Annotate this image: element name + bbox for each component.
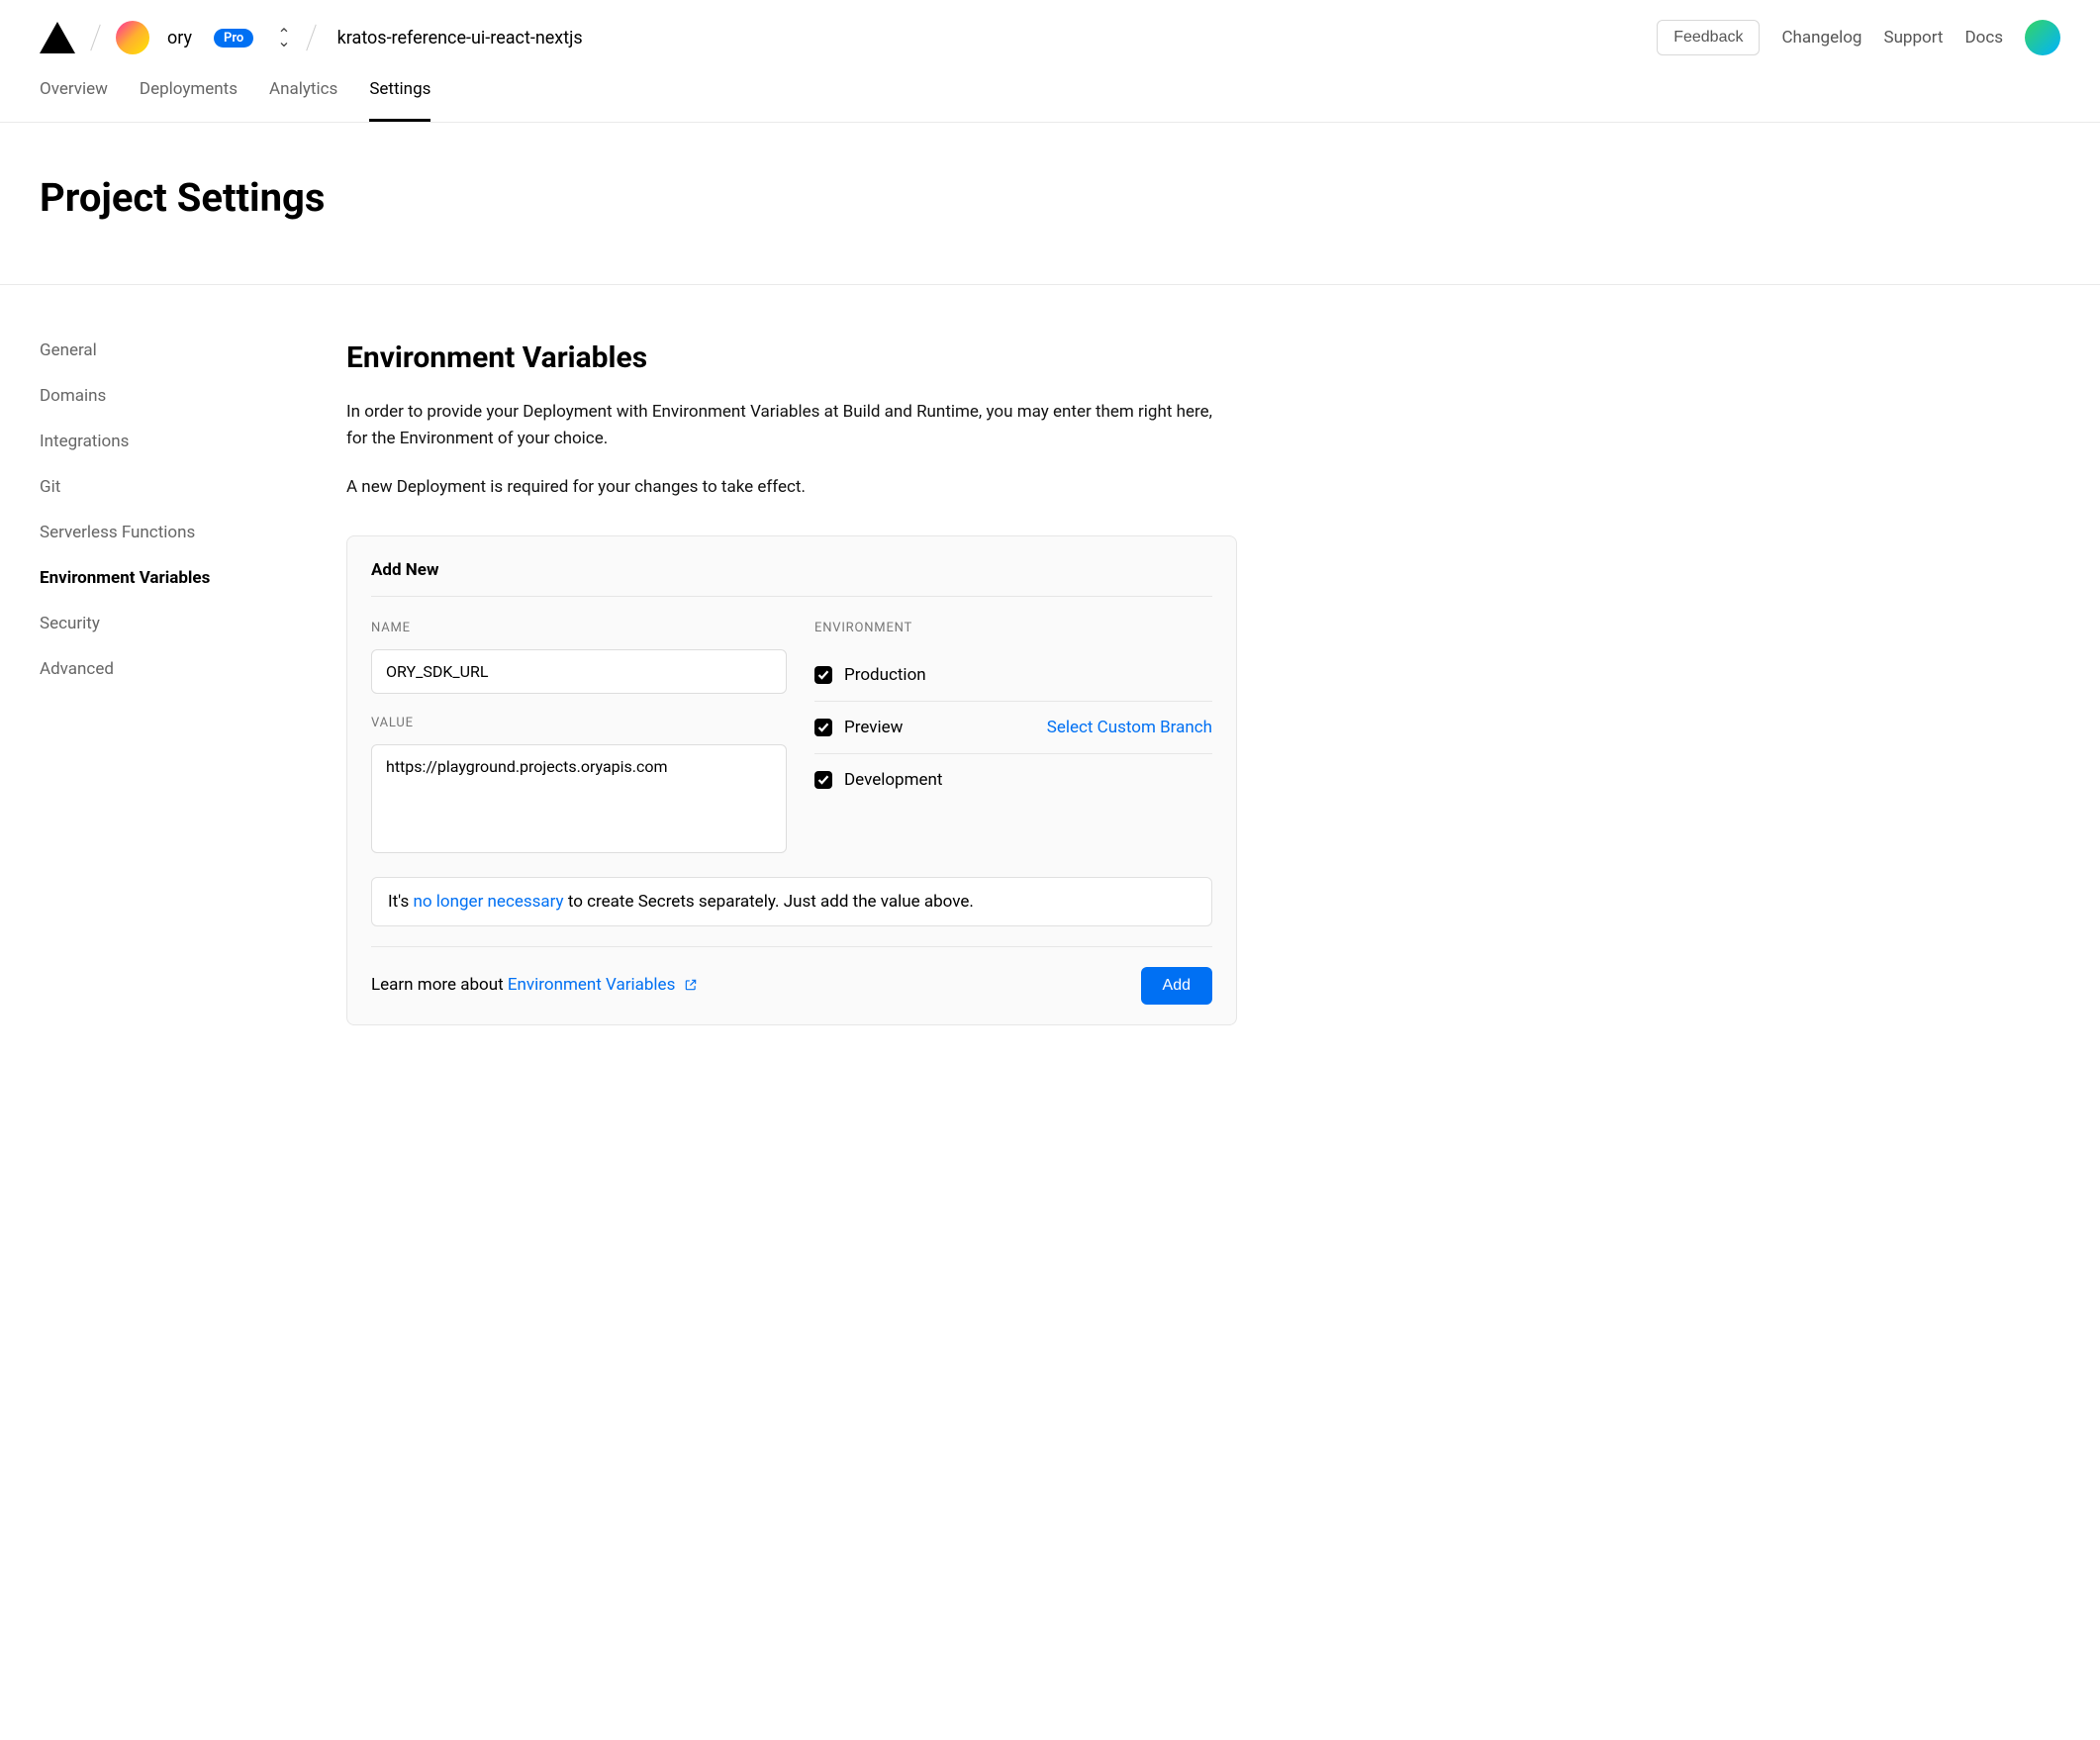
content: Environment Variables In order to provid… xyxy=(346,340,1237,1025)
secrets-hint: It's no longer necessary to create Secre… xyxy=(371,877,1212,926)
main: General Domains Integrations Git Serverl… xyxy=(0,285,2100,1065)
env-label-preview: Preview xyxy=(844,718,903,737)
add-env-card: Add New NAME VALUE ENVIRONMENT xyxy=(346,535,1237,1025)
learn-more: Learn more about Environment Variables xyxy=(371,975,698,997)
card-title: Add New xyxy=(371,560,1212,580)
env-row-development: Development xyxy=(814,754,1212,806)
top-link-support[interactable]: Support xyxy=(1883,28,1943,48)
select-custom-branch-link[interactable]: Select Custom Branch xyxy=(1047,718,1212,737)
environment-label: ENVIRONMENT xyxy=(814,621,1212,635)
add-button[interactable]: Add xyxy=(1141,967,1212,1005)
env-label-development: Development xyxy=(844,770,942,790)
hint-link[interactable]: no longer necessary xyxy=(413,892,563,912)
environment-list: Production Preview Select Custom Branch xyxy=(814,649,1212,806)
env-label-production: Production xyxy=(844,665,926,685)
tab-overview[interactable]: Overview xyxy=(40,79,108,122)
divider-slash xyxy=(90,25,101,51)
tab-deployments[interactable]: Deployments xyxy=(140,79,238,122)
scope-switcher-icon[interactable]: ⌃⌄ xyxy=(277,33,290,44)
page-title: Project Settings xyxy=(40,174,2060,221)
feedback-button[interactable]: Feedback xyxy=(1657,20,1760,55)
topbar: ory Pro ⌃⌄ kratos-reference-ui-react-nex… xyxy=(0,0,2100,55)
sidebar-item-env-vars[interactable]: Environment Variables xyxy=(40,568,287,588)
project-name[interactable]: kratos-reference-ui-react-nextjs xyxy=(337,28,583,48)
section-description-2: A new Deployment is required for your ch… xyxy=(346,474,1237,501)
name-label: NAME xyxy=(371,621,787,635)
sidebar-item-security[interactable]: Security xyxy=(40,614,287,633)
hint-post: to create Secrets separately. Just add t… xyxy=(564,892,974,912)
topbar-right: Feedback Changelog Support Docs xyxy=(1657,20,2060,55)
vercel-logo-icon[interactable] xyxy=(40,22,75,53)
plan-badge: Pro xyxy=(214,29,253,48)
sidebar-item-advanced[interactable]: Advanced xyxy=(40,659,287,679)
sidebar-item-integrations[interactable]: Integrations xyxy=(40,432,287,451)
learn-link[interactable]: Environment Variables xyxy=(508,975,676,995)
sidebar-item-domains[interactable]: Domains xyxy=(40,386,287,406)
value-label: VALUE xyxy=(371,716,787,730)
user-avatar[interactable] xyxy=(2025,20,2060,55)
sidebar-item-git[interactable]: Git xyxy=(40,477,287,497)
section-heading: Environment Variables xyxy=(346,340,1237,375)
hint-pre: It's xyxy=(388,892,413,912)
section-description-1: In order to provide your Deployment with… xyxy=(346,399,1237,452)
top-link-docs[interactable]: Docs xyxy=(1964,28,2003,48)
settings-sidebar: General Domains Integrations Git Serverl… xyxy=(40,340,287,1025)
tab-settings[interactable]: Settings xyxy=(369,79,430,122)
checkbox-development[interactable] xyxy=(814,771,832,789)
name-input[interactable] xyxy=(371,649,787,694)
checkbox-production[interactable] xyxy=(814,666,832,684)
checkbox-preview[interactable] xyxy=(814,719,832,736)
sidebar-item-general[interactable]: General xyxy=(40,340,287,360)
nav-tabs: Overview Deployments Analytics Settings xyxy=(0,55,2100,123)
env-row-preview: Preview Select Custom Branch xyxy=(814,702,1212,754)
value-input[interactable] xyxy=(371,744,787,853)
top-link-changelog[interactable]: Changelog xyxy=(1781,28,1861,48)
page-header: Project Settings xyxy=(0,123,2100,285)
card-footer: Learn more about Environment Variables A… xyxy=(371,946,1212,1005)
org-avatar[interactable] xyxy=(116,21,149,54)
sidebar-item-serverless[interactable]: Serverless Functions xyxy=(40,523,287,542)
learn-pre: Learn more about xyxy=(371,975,508,995)
env-row-production: Production xyxy=(814,649,1212,702)
tab-analytics[interactable]: Analytics xyxy=(269,79,337,122)
org-name[interactable]: ory xyxy=(167,28,192,48)
external-link-icon xyxy=(684,977,698,997)
divider-slash xyxy=(306,25,317,51)
